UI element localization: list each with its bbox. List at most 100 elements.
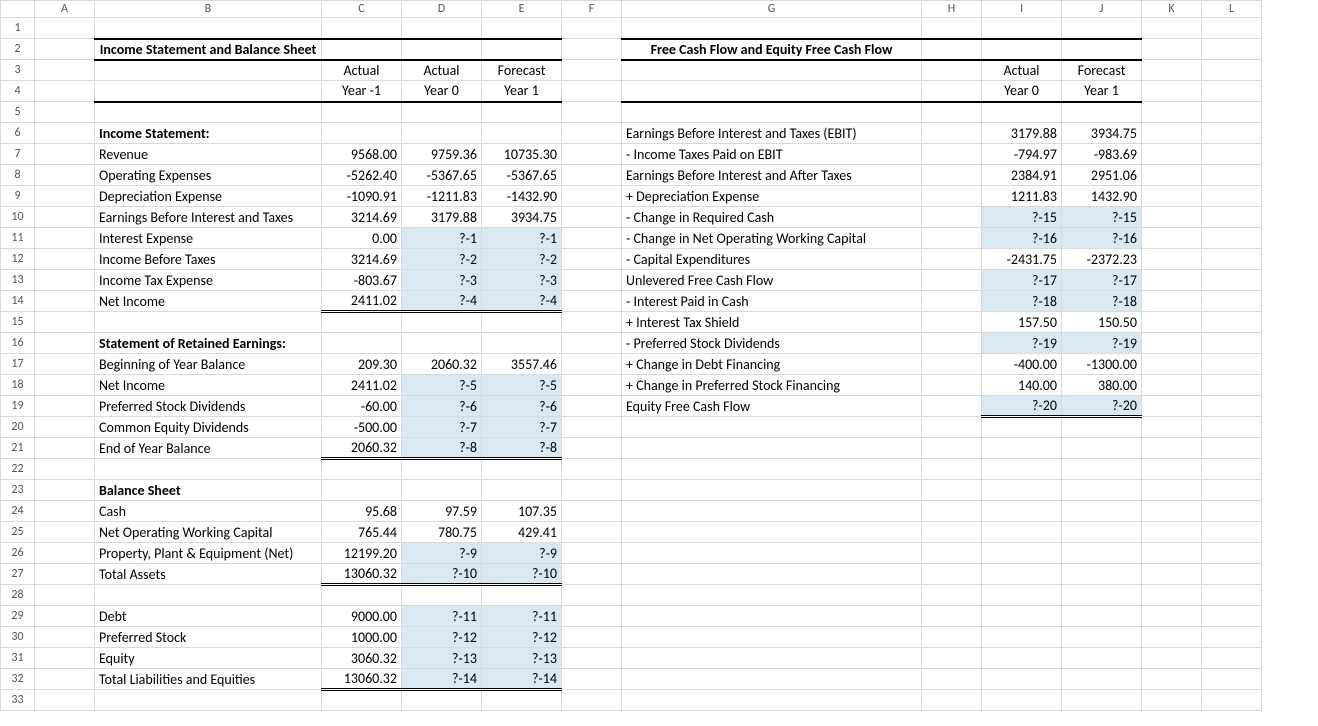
cell[interactable] — [922, 207, 982, 228]
cell[interactable] — [1202, 354, 1262, 375]
cell[interactable] — [982, 648, 1062, 669]
cell[interactable]: 9759.36 — [402, 144, 482, 165]
cell[interactable] — [1142, 459, 1202, 480]
cell[interactable] — [562, 18, 622, 39]
cell[interactable] — [1142, 207, 1202, 228]
cell[interactable] — [95, 18, 322, 39]
col-header[interactable]: G — [622, 1, 922, 18]
cell[interactable] — [482, 690, 562, 711]
cell[interactable]: 150.50 — [1062, 312, 1142, 333]
cell[interactable] — [922, 627, 982, 648]
cell[interactable]: ?-17 — [1062, 270, 1142, 291]
cell[interactable] — [1142, 123, 1202, 144]
col-header[interactable]: D — [402, 1, 482, 18]
cell[interactable] — [1062, 39, 1142, 60]
cell[interactable] — [622, 669, 922, 690]
cell[interactable] — [562, 291, 622, 312]
row-header[interactable]: 20 — [1, 417, 35, 438]
cell[interactable] — [95, 585, 322, 606]
cell[interactable]: 13060.32 — [322, 564, 402, 585]
cell[interactable] — [35, 123, 95, 144]
cell[interactable] — [35, 165, 95, 186]
cell[interactable] — [1062, 459, 1142, 480]
row-header[interactable]: 28 — [1, 585, 35, 606]
cell[interactable] — [622, 60, 922, 81]
cell[interactable]: ?-1 — [402, 228, 482, 249]
cell[interactable] — [562, 123, 622, 144]
cell[interactable] — [922, 333, 982, 354]
cell[interactable] — [622, 522, 922, 543]
cell[interactable] — [1202, 333, 1262, 354]
row-header[interactable]: 2 — [1, 39, 35, 60]
cell[interactable]: -5262.40 — [322, 165, 402, 186]
row-header[interactable]: 29 — [1, 606, 35, 627]
cell[interactable] — [622, 585, 922, 606]
cell[interactable] — [1202, 81, 1262, 102]
cell[interactable] — [1142, 249, 1202, 270]
cell[interactable]: ?-12 — [402, 627, 482, 648]
cell[interactable] — [562, 438, 622, 459]
cell[interactable]: Free Cash Flow and Equity Free Cash Flow — [622, 39, 922, 60]
row-header[interactable]: 14 — [1, 291, 35, 312]
cell[interactable] — [922, 249, 982, 270]
cell[interactable] — [35, 627, 95, 648]
cell[interactable] — [562, 186, 622, 207]
cell[interactable]: Net Operating Working Capital — [95, 522, 322, 543]
cell[interactable]: Year -1 — [322, 81, 402, 102]
cell[interactable] — [982, 18, 1062, 39]
cell[interactable]: ?-4 — [482, 291, 562, 312]
row-header[interactable]: 8 — [1, 165, 35, 186]
cell[interactable]: 2411.02 — [322, 375, 402, 396]
cell[interactable] — [35, 144, 95, 165]
cell[interactable]: Common Equity Dividends — [95, 417, 322, 438]
cell[interactable]: -2431.75 — [982, 249, 1062, 270]
cell[interactable]: Income Statement and Balance Sheet — [95, 39, 322, 60]
cell[interactable]: Year 0 — [982, 81, 1062, 102]
row-header[interactable]: 27 — [1, 564, 35, 585]
cell[interactable]: ?-16 — [982, 228, 1062, 249]
cell[interactable] — [322, 690, 402, 711]
cell[interactable]: ?-7 — [402, 417, 482, 438]
cell[interactable]: 3179.88 — [402, 207, 482, 228]
cell[interactable] — [622, 18, 922, 39]
cell[interactable] — [562, 396, 622, 417]
cell[interactable]: Property, Plant & Equipment (Net) — [95, 543, 322, 564]
cell[interactable]: ?-10 — [402, 564, 482, 585]
row-header[interactable]: 9 — [1, 186, 35, 207]
cell[interactable] — [562, 81, 622, 102]
cell[interactable] — [922, 270, 982, 291]
cell[interactable] — [402, 690, 482, 711]
cell[interactable]: ?-18 — [1062, 291, 1142, 312]
cell[interactable] — [35, 186, 95, 207]
cell[interactable] — [1202, 543, 1262, 564]
cell[interactable]: ?-7 — [482, 417, 562, 438]
cell[interactable] — [1202, 270, 1262, 291]
cell[interactable] — [35, 207, 95, 228]
cell[interactable] — [1202, 18, 1262, 39]
cell[interactable]: ?-16 — [1062, 228, 1142, 249]
col-header[interactable]: E — [482, 1, 562, 18]
cell[interactable] — [482, 123, 562, 144]
cell[interactable] — [922, 417, 982, 438]
cell[interactable] — [482, 459, 562, 480]
cell[interactable]: ?-8 — [402, 438, 482, 459]
cell[interactable] — [35, 648, 95, 669]
cell[interactable] — [322, 312, 402, 333]
cell[interactable] — [562, 648, 622, 669]
cell[interactable] — [562, 375, 622, 396]
cell[interactable] — [482, 333, 562, 354]
cell[interactable] — [35, 102, 95, 123]
cell[interactable] — [1142, 501, 1202, 522]
cell[interactable] — [35, 354, 95, 375]
cell[interactable] — [1142, 291, 1202, 312]
cell[interactable] — [562, 606, 622, 627]
cell[interactable] — [922, 522, 982, 543]
cell[interactable]: ?-11 — [482, 606, 562, 627]
cell[interactable] — [922, 459, 982, 480]
cell[interactable] — [1142, 333, 1202, 354]
cell[interactable]: -803.67 — [322, 270, 402, 291]
cell[interactable] — [922, 480, 982, 501]
cell[interactable] — [562, 459, 622, 480]
cell[interactable] — [622, 438, 922, 459]
cell[interactable] — [1062, 417, 1142, 438]
